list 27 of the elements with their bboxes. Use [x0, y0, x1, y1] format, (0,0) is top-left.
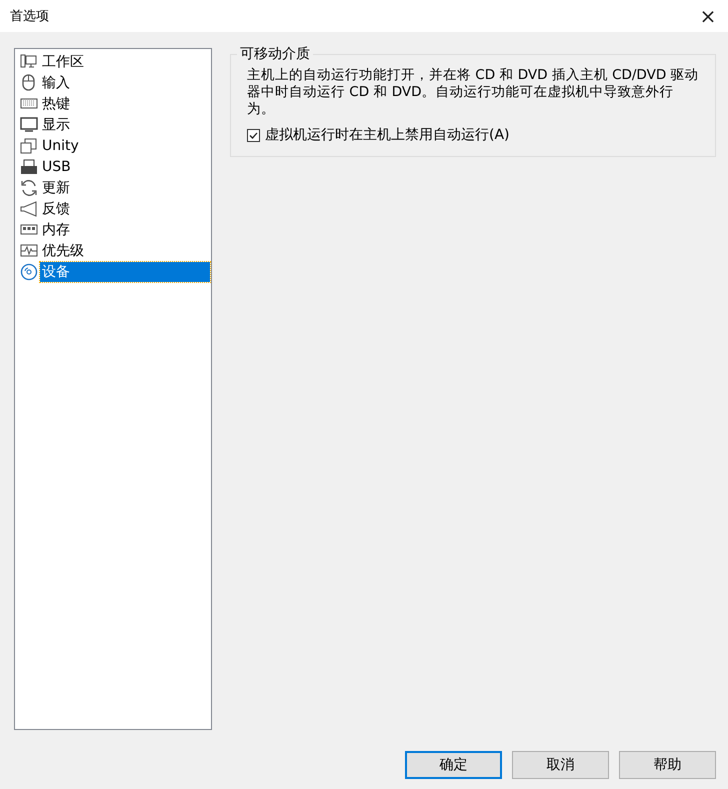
- megaphone-icon: [20, 200, 38, 218]
- refresh-icon: [20, 178, 38, 196]
- category-item[interactable]: USB: [40, 156, 210, 176]
- category-item[interactable]: 工作区: [40, 52, 210, 72]
- category-item[interactable]: 显示: [40, 114, 210, 134]
- category-item[interactable]: Unity: [40, 136, 210, 156]
- category-item[interactable]: 内存: [40, 220, 210, 240]
- description-text: 主机上的自动运行功能打开，并在将 CD 和 DVD 插入主机 CD/DVD 驱动器中时自动运行 CD 和 DVD。自动运行功能可在虚拟机中导致意外行为。: [247, 67, 700, 118]
- monitor-icon: [20, 52, 38, 70]
- display-icon: [20, 116, 38, 134]
- disc-icon: [20, 262, 38, 280]
- category-item[interactable]: 热键: [40, 94, 210, 114]
- usb-icon: [20, 158, 38, 176]
- dialog-button[interactable]: 帮助: [619, 751, 716, 779]
- group-title: 可移动介质: [237, 45, 313, 63]
- category-item[interactable]: 优先级: [40, 240, 210, 260]
- category-item[interactable]: 输入: [40, 72, 210, 92]
- window-title: 首选项: [10, 8, 49, 25]
- close-button[interactable]: ×: [688, 0, 728, 32]
- windows-icon: [20, 136, 38, 154]
- dialog-button[interactable]: 取消: [512, 751, 609, 779]
- autorun-checkbox[interactable]: 虚拟机运行时在主机上禁用自动运行(A): [247, 126, 701, 144]
- dialog-button[interactable]: 确定: [405, 751, 502, 779]
- category-item[interactable]: 更新: [40, 178, 210, 198]
- category-item[interactable]: 反馈: [40, 198, 210, 218]
- category-item[interactable]: 设备: [40, 262, 210, 282]
- pulse-icon: [20, 242, 38, 260]
